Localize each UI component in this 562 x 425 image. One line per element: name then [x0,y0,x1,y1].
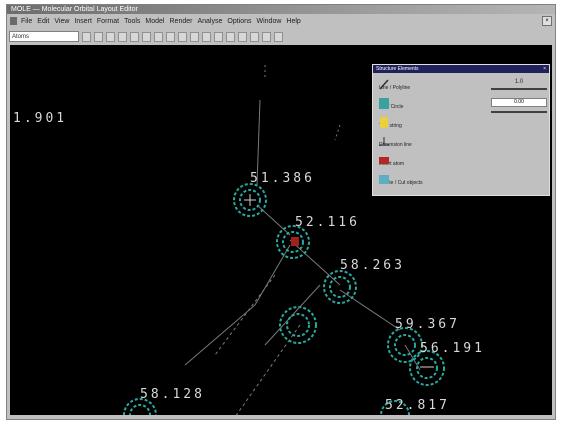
grid-icon[interactable] [250,31,259,42]
menu-analyse[interactable]: Analyse [197,18,222,25]
palette-item-text[interactable]: Text string [379,117,402,135]
menu-insert[interactable]: Insert [74,18,92,25]
atom-tool-icon [379,157,389,164]
drawing-canvas[interactable]: 1.901 51.386 52.116 58.263 59.367 56.191… [10,45,552,417]
text-tool-icon [380,117,388,128]
palette-item-line[interactable]: Line / Polyline [379,79,410,97]
atom-label: 56.191 [420,341,485,356]
menu-window[interactable]: Window [257,18,282,25]
menu-help[interactable]: Help [286,18,300,25]
menu-render[interactable]: Render [170,18,193,25]
application-window: MOLE — Molecular Orbital Layout Editor F… [6,4,556,420]
save-icon[interactable] [106,31,115,42]
redo-icon[interactable] [178,31,187,42]
atom-label: 52.817 [385,398,450,413]
line-weight-sample[interactable] [491,88,547,90]
new-icon[interactable] [82,31,91,42]
atom-label: 59.367 [395,317,460,332]
open-icon[interactable] [94,31,103,42]
menu-view[interactable]: View [54,18,69,25]
status-bar [7,415,555,419]
palette-title-bar: Structure Elements × [373,65,549,73]
palette-item-arc[interactable]: Arc / Circle [379,98,403,116]
palette-item-atom[interactable]: Insert atom [379,155,404,173]
render-icon[interactable] [262,31,271,42]
menu-bar: File Edit View Insert Format Tools Model… [7,15,555,27]
toolbar: Atoms [7,29,555,44]
rotate-icon[interactable] [214,31,223,42]
menu-edit[interactable]: Edit [37,18,49,25]
arc-tool-icon [379,98,389,109]
menu-tools[interactable]: Tools [124,18,140,25]
properties-icon[interactable] [274,31,283,42]
coordinate-label: 1.901 [13,111,68,126]
palette-item-dimension[interactable]: Dimension line [379,136,412,154]
palette-value-input[interactable]: 0.00 [491,98,547,107]
dimension-tool-icon [379,137,389,146]
atom-label: 58.263 [340,258,405,273]
atom-label: 51.386 [250,171,315,186]
line-tool-icon [379,79,389,90]
menu-file[interactable]: File [21,18,32,25]
atom-label: 52.116 [295,215,360,230]
menu-format[interactable]: Format [97,18,119,25]
undo-icon[interactable] [166,31,175,42]
palette-title: Structure Elements [376,66,419,72]
line-weight-sample[interactable] [491,111,547,113]
print-icon[interactable] [118,31,127,42]
palette-settings: 1.0 0.00 [491,79,547,121]
title-bar: MOLE — Molecular Orbital Layout Editor [7,5,555,14]
mode-select[interactable]: Atoms [9,31,79,42]
selected-atom-marker[interactable] [291,237,299,246]
palette-item-delete[interactable]: Delete / Cut objects [379,174,423,192]
atom-nodes [123,183,445,417]
atom-label: 58.128 [140,387,205,402]
menu-model[interactable]: Model [145,18,164,25]
menu-options[interactable]: Options [227,18,251,25]
window-title: MOLE — Molecular Orbital Layout Editor [11,6,138,13]
cut-icon[interactable] [130,31,139,42]
zoom-in-icon[interactable] [190,31,199,42]
zoom-out-icon[interactable] [202,31,211,42]
palette-close-icon[interactable]: × [543,66,546,72]
paste-icon[interactable] [154,31,163,42]
select-icon[interactable] [226,31,235,42]
delete-tool-icon [379,175,389,184]
close-icon[interactable]: × [542,16,552,26]
tool-palette-dialog: Structure Elements × Line / Polyline Arc… [372,64,550,196]
copy-icon[interactable] [142,31,151,42]
measure-icon[interactable] [238,31,247,42]
palette-value-label: 1.0 [514,79,524,85]
